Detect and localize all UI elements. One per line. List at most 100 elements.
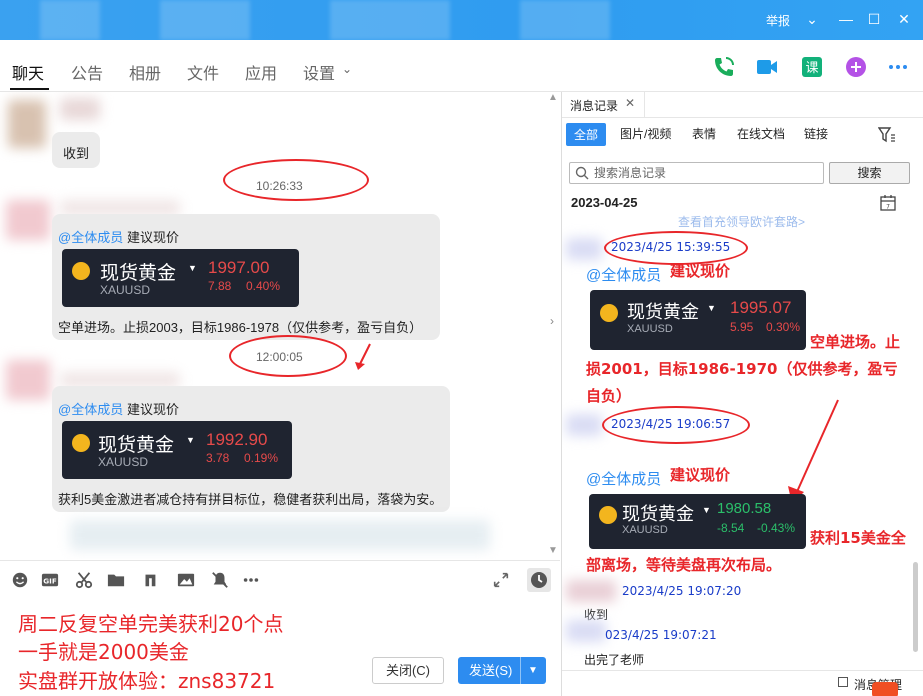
card-symbol: XAUUSD bbox=[98, 455, 149, 469]
blurred-message bbox=[70, 520, 490, 550]
card-symbol: XAUUSD bbox=[622, 524, 668, 536]
tab-chat[interactable]: 聊天 bbox=[12, 60, 44, 84]
subtab-links[interactable]: 链接 bbox=[804, 125, 828, 142]
gold-quote-card[interactable]: 现货黄金 ▼ XAUUSD 1992.90 3.78 0.19% bbox=[62, 421, 292, 479]
close-button[interactable]: 关闭(C) bbox=[372, 657, 444, 684]
card-change: 5.95 bbox=[730, 320, 754, 334]
history-search-input[interactable]: 搜索消息记录 bbox=[569, 162, 824, 184]
blurred-title bbox=[520, 0, 610, 40]
input-toolbar: GIF bbox=[0, 560, 560, 598]
caret-down-icon: ▼ bbox=[188, 263, 197, 273]
mention-all[interactable]: @全体成员 bbox=[586, 468, 661, 489]
phone-call-icon[interactable] bbox=[712, 55, 736, 79]
svg-text:课: 课 bbox=[805, 61, 818, 76]
manage-icon[interactable] bbox=[838, 677, 848, 687]
card-price: 1992.90 bbox=[206, 430, 268, 449]
tab-settings[interactable]: 设置 bbox=[303, 60, 335, 84]
coin-icon bbox=[599, 506, 617, 524]
gif-icon[interactable]: GIF bbox=[40, 571, 60, 589]
avatar[interactable] bbox=[566, 580, 616, 602]
avatar[interactable] bbox=[6, 360, 50, 400]
more-icon[interactable] bbox=[886, 55, 910, 79]
history-scrollbar[interactable] bbox=[913, 562, 918, 652]
chevron-down-icon[interactable]: ▼ bbox=[528, 657, 538, 684]
image-icon[interactable] bbox=[176, 571, 196, 589]
calendar-icon[interactable]: 7 bbox=[880, 194, 896, 211]
gold-quote-card[interactable]: 现货黄金 ▼ XAUUSD 1980.58 -8.54 -0.43% bbox=[589, 494, 806, 549]
maximize-icon[interactable]: ☐ bbox=[864, 9, 884, 29]
video-call-icon[interactable] bbox=[755, 55, 779, 79]
avatar[interactable] bbox=[566, 414, 602, 436]
history-panel: 消息记录 ✕ 全部 图片/视频 表情 在线文档 链接 搜索消息记录 搜索 202… bbox=[561, 92, 923, 696]
chevron-down-icon[interactable]: ⌄ bbox=[342, 62, 352, 76]
svg-text:GIF: GIF bbox=[43, 577, 57, 586]
history-clock-icon[interactable] bbox=[527, 568, 551, 592]
blurred-title bbox=[40, 0, 100, 40]
expand-icon[interactable] bbox=[491, 571, 511, 589]
red-arrow-annotation bbox=[355, 343, 371, 370]
card-percent: -0.43% bbox=[757, 521, 796, 535]
send-button[interactable]: 发送(S) ▼ bbox=[458, 657, 546, 684]
avatar[interactable] bbox=[566, 620, 606, 642]
blurred-title bbox=[330, 0, 450, 40]
report-link[interactable]: 举报 bbox=[766, 12, 790, 29]
caret-down-icon: ▼ bbox=[186, 435, 195, 445]
faded-link[interactable]: 查看首充领导欧许套路> bbox=[678, 213, 805, 230]
mention-all[interactable]: @全体成员 bbox=[586, 264, 661, 285]
caret-down-icon: ▼ bbox=[707, 303, 716, 313]
add-app-icon[interactable] bbox=[844, 55, 868, 79]
subtab-stickers[interactable]: 表情 bbox=[692, 125, 716, 142]
chevron-down-icon[interactable]: ⌄ bbox=[802, 9, 822, 29]
message-bubble: @全体成员 建议现价 现货黄金 ▼ XAUUSD 1992.90 3.78 0.… bbox=[52, 386, 450, 512]
scroll-up-icon[interactable]: ▲ bbox=[548, 92, 558, 103]
avatar[interactable] bbox=[8, 100, 46, 148]
tab-files[interactable]: 文件 bbox=[187, 60, 219, 84]
subtab-media[interactable]: 图片/视频 bbox=[620, 125, 671, 142]
close-icon[interactable]: ✕ bbox=[625, 96, 635, 110]
tab-album[interactable]: 相册 bbox=[129, 60, 161, 84]
mute-bell-icon[interactable] bbox=[210, 571, 230, 589]
mention-all[interactable]: @全体成员 bbox=[58, 227, 123, 246]
history-tab[interactable]: 消息记录 bbox=[570, 97, 618, 114]
red-note: 损2001，目标1986-1970（仅供参考，盈亏 bbox=[586, 360, 898, 378]
search-button[interactable]: 搜索 bbox=[829, 162, 910, 184]
subtab-docs[interactable]: 在线文档 bbox=[737, 125, 785, 142]
gold-quote-card[interactable]: 现货黄金 ▼ XAUUSD 1995.07 5.95 0.30% bbox=[590, 290, 806, 350]
card-price: 1997.00 bbox=[208, 258, 270, 277]
scissors-icon[interactable] bbox=[74, 571, 94, 589]
card-title: 现货黄金 bbox=[98, 434, 175, 456]
avatar[interactable] bbox=[566, 238, 602, 260]
message-text: 收到 bbox=[63, 146, 90, 161]
coin-icon bbox=[600, 304, 618, 322]
subtab-all[interactable]: 全部 bbox=[566, 123, 607, 146]
title-bar: 举报 ⌄ — ☐ ✕ bbox=[0, 0, 923, 40]
svg-text:7: 7 bbox=[886, 204, 890, 211]
mention-all[interactable]: @全体成员 bbox=[58, 399, 123, 418]
card-symbol: XAUUSD bbox=[100, 283, 151, 297]
history-timestamp: 023/4/25 19:07:21 bbox=[605, 628, 717, 642]
input-line: 实盘群开放体验：zns83721 bbox=[18, 669, 276, 693]
avatar[interactable] bbox=[6, 200, 50, 240]
history-date: 2023-04-25 bbox=[571, 195, 638, 210]
more-tools-icon[interactable] bbox=[241, 571, 261, 589]
minimize-icon[interactable]: — bbox=[836, 9, 856, 29]
folder-icon[interactable] bbox=[106, 571, 126, 589]
filter-icon[interactable] bbox=[878, 127, 896, 143]
emoji-icon[interactable] bbox=[10, 571, 30, 589]
expand-panel-icon[interactable]: › bbox=[550, 314, 554, 328]
tab-apps[interactable]: 应用 bbox=[245, 60, 277, 84]
active-tab-underline bbox=[10, 88, 49, 90]
card-symbol: XAUUSD bbox=[627, 323, 673, 335]
music-icon[interactable] bbox=[140, 571, 160, 589]
classroom-icon[interactable]: 课 bbox=[800, 55, 824, 79]
gold-quote-card[interactable]: 现货黄金 ▼ XAUUSD 1997.00 7.88 0.40% bbox=[62, 249, 299, 307]
tab-announcement[interactable]: 公告 bbox=[71, 60, 103, 84]
coin-icon bbox=[72, 262, 90, 280]
card-price: 1980.58 bbox=[717, 500, 772, 517]
history-timestamp: 2023/4/25 19:07:20 bbox=[622, 584, 742, 598]
suggest-label: 建议现价 bbox=[127, 402, 180, 417]
close-icon[interactable]: ✕ bbox=[894, 9, 914, 29]
chat-area[interactable]: 收到 10:26:33 @全体成员 建议现价 现货黄金 ▼ XAUUSD 199… bbox=[0, 92, 560, 559]
red-arrow-annotation bbox=[788, 399, 839, 504]
scroll-down-icon[interactable]: ▼ bbox=[548, 545, 558, 556]
